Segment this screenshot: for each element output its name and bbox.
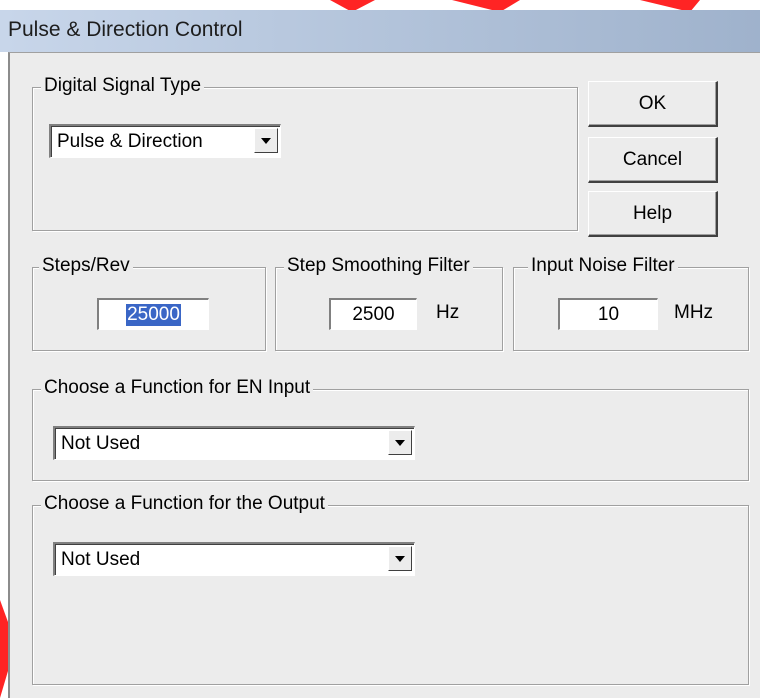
en-input-select[interactable]: Not Used [53, 426, 415, 460]
smoothing-filter-value: 2500 [352, 303, 395, 325]
signal-type-legend: Digital Signal Type [41, 74, 205, 98]
steps-rev-group: Steps/Rev 25000 [32, 254, 266, 351]
noise-filter-value: 10 [597, 303, 620, 325]
steps-rev-value: 25000 [126, 303, 181, 326]
signal-type-select[interactable]: Pulse & Direction [49, 124, 281, 158]
smoothing-filter-input[interactable]: 2500 [329, 298, 417, 330]
signal-type-value: Pulse & Direction [57, 131, 203, 152]
output-value: Not Used [61, 549, 141, 570]
noise-filter-legend: Input Noise Filter [528, 254, 678, 278]
steps-rev-input[interactable]: 25000 [97, 298, 209, 330]
ok-label: OK [638, 92, 667, 114]
en-input-group: Choose a Function for EN Input Not Used [32, 376, 749, 481]
noise-filter-group: Input Noise Filter 10 MHz [513, 254, 749, 351]
steps-rev-legend: Steps/Rev [39, 254, 133, 278]
smoothing-filter-legend: Step Smoothing Filter [284, 254, 473, 278]
noise-filter-input[interactable]: 10 [558, 298, 658, 330]
output-group: Choose a Function for the Output Not Use… [32, 492, 749, 685]
chevron-down-icon[interactable] [388, 430, 412, 455]
window-title: Pulse & Direction Control [8, 18, 243, 41]
ok-button[interactable]: OK [588, 81, 718, 127]
dialog-body: Digital Signal Type Pulse & Direction OK… [8, 52, 760, 698]
en-input-value: Not Used [61, 433, 141, 454]
cancel-button[interactable]: Cancel [588, 137, 718, 183]
title-bar[interactable]: Pulse & Direction Control [0, 10, 760, 52]
smoothing-filter-unit: Hz [436, 302, 460, 323]
output-select[interactable]: Not Used [53, 542, 415, 576]
help-label: Help [632, 202, 673, 224]
noise-filter-unit: MHz [674, 302, 714, 323]
smoothing-filter-group: Step Smoothing Filter 2500 Hz [275, 254, 503, 351]
signal-type-group: Digital Signal Type Pulse & Direction [32, 74, 578, 231]
en-input-legend: Choose a Function for EN Input [41, 376, 314, 400]
chevron-down-icon[interactable] [254, 128, 278, 153]
help-button[interactable]: Help [588, 191, 718, 237]
output-legend: Choose a Function for the Output [41, 492, 328, 516]
chevron-down-icon[interactable] [388, 546, 412, 571]
cancel-label: Cancel [622, 148, 683, 170]
